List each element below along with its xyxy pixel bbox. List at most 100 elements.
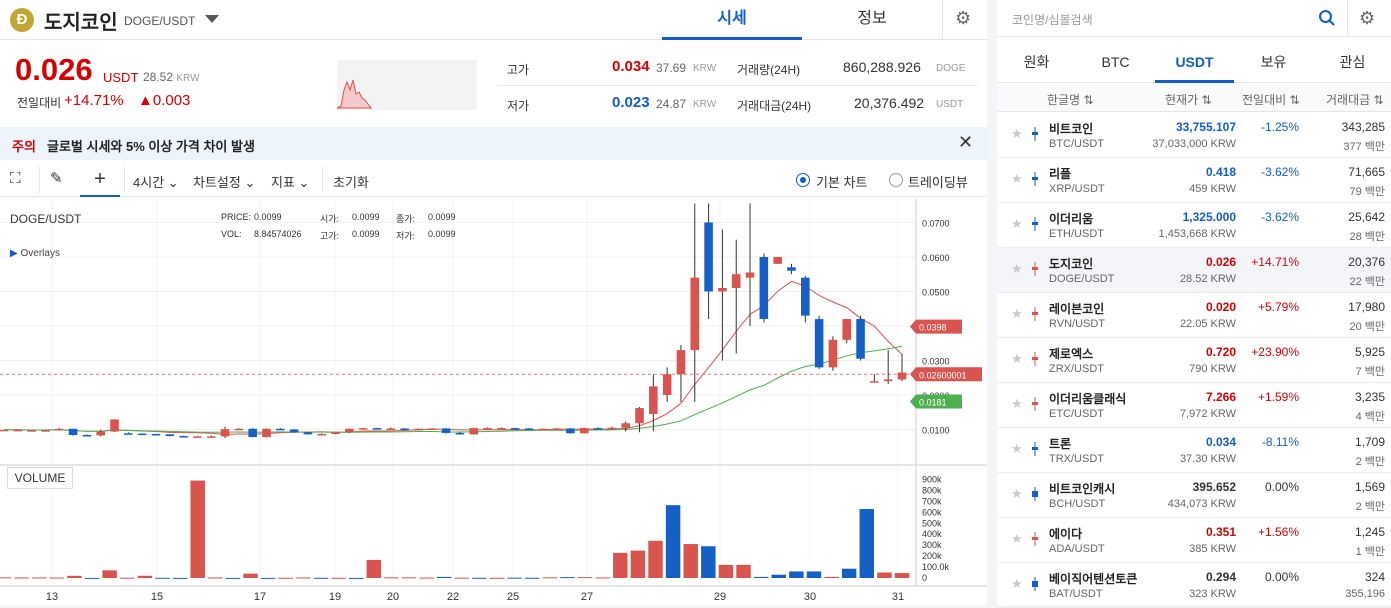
market-tabs: 원화 BTC USDT 보유 관심: [997, 42, 1391, 83]
tab-btc[interactable]: BTC: [1076, 42, 1155, 83]
tab-favorites[interactable]: 관심: [1313, 42, 1391, 83]
table-row[interactable]: ★ 리플 XRP/USDT 0.418 459 KRW -3.62% 71,665 79 백만: [997, 158, 1391, 203]
candle-body: [0, 429, 9, 432]
header-price[interactable]: 현재가 ⇅: [1165, 91, 1212, 108]
tab-krw[interactable]: 원화: [997, 42, 1076, 83]
change-percent: +14.71%: [1251, 255, 1299, 269]
candle-body: [220, 429, 230, 437]
change-percent: -8.11%: [1261, 435, 1299, 449]
doge-coin-icon: Đ: [10, 8, 34, 32]
table-row[interactable]: ★ 트론 TRX/USDT 0.034 37.30 KRW -8.11% 1,709 2 백만: [997, 428, 1391, 473]
tab-holdings[interactable]: 보유: [1234, 42, 1313, 83]
volume-tick-label: 500k: [922, 518, 942, 528]
volume-tick-label: 400k: [922, 529, 942, 539]
coin-name: 제로엑스: [1049, 347, 1094, 361]
table-row[interactable]: ★ 에이다 ADA/USDT 0.351 385 KRW +1.56% 1,245 1 백만: [997, 518, 1391, 563]
close-icon[interactable]: ✕: [958, 132, 973, 153]
high-krw-unit: KRW: [693, 63, 717, 74]
search-input[interactable]: 코인명/심볼검색: [1012, 11, 1093, 28]
star-icon[interactable]: ★: [1011, 486, 1023, 502]
candle-body: [27, 430, 36, 432]
table-row[interactable]: ★ 레이븐코인 RVN/USDT 0.020 22.05 KRW +5.79% 17,980…: [997, 293, 1391, 338]
overlays-toggle[interactable]: ▶ Overlays: [10, 248, 60, 259]
trade-volume-unit: 7 백만: [1355, 366, 1385, 378]
basic-chart-radio[interactable]: [796, 173, 810, 187]
mini-candle-icon: [1032, 487, 1038, 501]
star-icon[interactable]: ★: [1011, 576, 1023, 592]
change-percent: 0.00%: [1264, 570, 1299, 584]
price-chart[interactable]: 0.07000.06000.05000.04000.03000.02000.01…: [0, 198, 987, 605]
table-row[interactable]: ★ 제로엑스 ZRX/USDT 0.720 790 KRW +23.90% 5,925 7 백…: [997, 338, 1391, 383]
volume-tick-label: 900k: [922, 474, 942, 484]
table-row[interactable]: ★ 비트코인 BTC/USDT 33,755.107 37,033,000 KRW -1.…: [997, 113, 1391, 158]
table-row[interactable]: ★ 이더리움클래식 ETC/USDT 7.266 7,972 KRW +1.59% 3,23…: [997, 383, 1391, 428]
candle-body: [897, 372, 907, 380]
coin-pair[interactable]: DOGE/USDT: [124, 14, 195, 28]
star-icon[interactable]: ★: [1011, 351, 1023, 367]
current-price: 0.720: [1205, 345, 1236, 359]
candle-body: [68, 428, 78, 436]
gear-icon[interactable]: ⚙: [955, 8, 971, 29]
basic-chart-label[interactable]: 기본 차트: [816, 172, 867, 191]
interval-select[interactable]: 4시간 ⌄: [133, 172, 179, 191]
header-change[interactable]: 전일대비 ⇅: [1242, 91, 1300, 108]
reset-button[interactable]: 초기화: [333, 172, 369, 191]
candle-body: [552, 428, 561, 430]
star-icon[interactable]: ★: [1011, 171, 1023, 187]
info-low-label: 저가:: [396, 231, 416, 241]
chart-settings-select[interactable]: 차트설정 ⌄: [193, 172, 255, 191]
info-high-label: 고가:: [320, 231, 340, 241]
star-icon[interactable]: ★: [1011, 306, 1023, 322]
candle-body: [718, 288, 727, 292]
coin-search[interactable]: 코인명/심볼검색 ⚙: [997, 0, 1391, 37]
pencil-icon[interactable]: ✎: [50, 169, 63, 187]
tab-info[interactable]: 정보: [802, 0, 942, 40]
volume-tick-label: 100.0k: [922, 562, 950, 572]
market-list-panel: 코인명/심볼검색 ⚙ 원화 BTC USDT 보유 관심 한글명 ⇅ 현재가 ⇅…: [997, 0, 1391, 608]
star-icon[interactable]: ★: [1011, 126, 1023, 142]
crosshair-icon[interactable]: +: [80, 165, 120, 197]
star-icon[interactable]: ★: [1011, 396, 1023, 412]
chart-settings-label: 차트설정: [193, 175, 241, 190]
tradingview-radio[interactable]: [889, 173, 903, 187]
table-row[interactable]: ★ 이더리움 ETH/USDT 1,325.000 1,453,668 KRW -3.62…: [997, 203, 1391, 248]
table-row[interactable]: ★ 비트코인캐시 BCH/USDT 395.652 434,073 KRW 0.00% 1,…: [997, 473, 1391, 518]
header-name[interactable]: 한글명 ⇅: [1047, 91, 1094, 108]
table-row[interactable]: ★ 도지코인 DOGE/USDT 0.026 28.52 KRW +14.71% 20,37…: [997, 248, 1391, 293]
table-row[interactable]: ★ 베이직어텐션토큰 BAT/USDT 0.294 323 KRW 0.00% 324 355…: [997, 563, 1391, 608]
candle-body: [400, 428, 409, 430]
trade-volume: 324: [1364, 570, 1385, 584]
trade-volume-unit: 20 백만: [1349, 321, 1385, 333]
volume-bar: [49, 577, 65, 579]
star-icon[interactable]: ★: [1011, 216, 1023, 232]
candle-body: [690, 277, 700, 351]
star-icon[interactable]: ★: [1011, 531, 1023, 547]
volume-bar: [789, 571, 804, 578]
caret-down-icon[interactable]: [205, 15, 219, 23]
coin-name: 에이다: [1049, 527, 1083, 541]
coin-name[interactable]: 도지코인: [44, 6, 118, 35]
tab-usdt[interactable]: USDT: [1155, 42, 1234, 83]
current-price: 7.266: [1205, 390, 1236, 404]
x-tick-label: 15: [151, 591, 163, 603]
header-volume[interactable]: 거래대금 ⇅: [1326, 91, 1384, 108]
price-krw: 790 KRW: [1189, 363, 1236, 375]
volume-bar: [824, 576, 839, 578]
trade-volume: 1,709: [1354, 435, 1385, 449]
fullscreen-icon[interactable]: ⛶: [10, 170, 21, 187]
candle-body: [483, 428, 492, 430]
trade-volume-unit: 377 백만: [1343, 141, 1385, 153]
info-price-value: 0.0099: [254, 212, 282, 222]
star-icon[interactable]: ★: [1011, 261, 1023, 277]
search-icon[interactable]: [1318, 9, 1336, 27]
indicators-select[interactable]: 지표 ⌄: [271, 172, 309, 191]
tradingview-label[interactable]: 트레이딩뷰: [908, 172, 968, 191]
current-price: 0.020: [1205, 300, 1236, 314]
star-icon[interactable]: ★: [1011, 441, 1023, 457]
x-tick-label: 29: [714, 591, 726, 603]
gear-icon[interactable]: ⚙: [1359, 8, 1375, 29]
coin-name: 비트코인캐시: [1049, 482, 1116, 496]
tab-price[interactable]: 시세: [662, 0, 802, 40]
volume-bar: [806, 571, 822, 578]
current-price: 0.294: [1205, 570, 1236, 584]
